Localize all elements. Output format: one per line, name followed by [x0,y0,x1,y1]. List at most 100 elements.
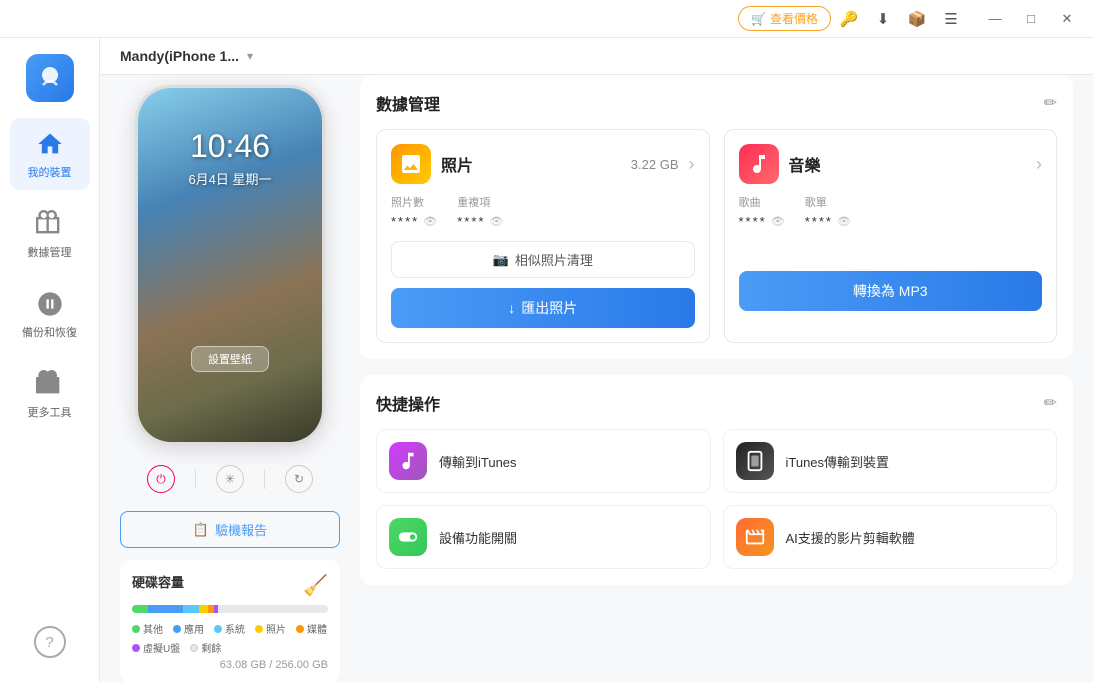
diagnostic-button[interactable]: 📋 驗機報告 [120,511,340,548]
itunes-send-label: 傳輸到iTunes [439,452,517,471]
quick-item-itunes-send[interactable]: 傳輸到iTunes [376,429,711,493]
legend-virtual: 虛擬U盤 [132,640,180,655]
home-icon [34,128,66,160]
diagnostic-icon: 📋 [193,522,209,538]
quick-actions-title: 快捷操作 [376,391,440,415]
minimize-button[interactable]: — [981,5,1009,33]
sidebar-item-backup[interactable]: 備份和恢復 [10,278,90,350]
quick-item-itunes-recv[interactable]: iTunes傳輸到裝置 [723,429,1058,493]
settings-ctrl-button[interactable]: ✳ [216,465,244,493]
quick-item-settings[interactable]: 設備功能開關 [376,505,711,569]
music-playlists-eye[interactable]: 👁 [837,215,851,228]
device-header: Mandy(iPhone 1... ▾ [100,38,1093,75]
music-stat-playlists: 歌單 **** 👁 [805,194,851,229]
power-button[interactable]: ⏻ [147,465,175,493]
storage-photos [199,605,209,613]
similar-photos-button[interactable]: 📷 相似照片清理 [391,241,695,278]
legend-apps: 應用 [173,621,204,636]
app-logo [26,54,74,102]
data-management-section: 數據管理 ✏ 照片 3.22 GB › [360,75,1073,359]
download-icon[interactable]: ⬇ [873,9,893,29]
storage-system [183,605,199,613]
logo-icon [35,63,65,93]
device-settings-icon [389,518,427,556]
scroll-area: 10:46 6月4日 星期一 設置壁紙 ⏻ ✳ ↻ 📋 驗機報告 [100,75,1093,682]
clean-icon[interactable]: 🧹 [303,573,328,598]
music-card-icon [739,144,779,184]
storage-total: 63.08 GB / 256.00 GB [132,659,328,671]
box-icon[interactable]: 📦 [907,9,927,29]
quick-actions-section: 快捷操作 ✏ 傳輸到iTunes [360,375,1073,585]
sidebar-item-data-mgmt[interactable]: 數據管理 [10,198,90,270]
ai-video-label: AI支援的影片剪輯軟體 [786,528,915,547]
export-photos-button[interactable]: ↓ 匯出照片 [391,288,695,328]
photos-stat-duplicates: 重複項 **** 👁 [457,194,503,229]
quick-item-ai-video[interactable]: AI支援的影片剪輯軟體 [723,505,1058,569]
titlebar: 🛒 查看價格 🔑 ⬇ 📦 ☰ — □ ✕ [0,0,1093,38]
music-card-header: 音樂 › [739,144,1043,184]
phone-screen: 10:46 6月4日 星期一 設置壁紙 [138,88,322,442]
storage-bar [132,605,328,613]
device-dropdown-arrow[interactable]: ▾ [247,49,253,63]
phone-time: 10:46 [138,128,322,165]
wallpaper-button[interactable]: 設置壁紙 [191,346,269,372]
legend-system: 系統 [214,621,245,636]
quick-actions-edit-icon[interactable]: ✏ [1044,393,1057,413]
phone-date: 6月4日 星期一 [138,169,322,188]
close-button[interactable]: ✕ [1053,5,1081,33]
tools-icon [34,368,66,400]
cart-icon: 🛒 [751,12,766,26]
camera-scan-icon: 📷 [493,252,509,268]
sidebar: 我的裝置 數據管理 備份和恢復 更多工具 ? [0,38,100,682]
music-songs-value: **** 👁 [739,214,785,229]
sidebar-item-my-device-label: 我的裝置 [28,164,72,180]
music-playlists-value: **** 👁 [805,214,851,229]
storage-legend: 其他 應用 系統 照片 媒體 虛擬U盤 剩餘 [132,621,328,655]
photos-card-stats: 照片數 **** 👁 重複項 **** [391,194,695,229]
photos-duplicate-eye[interactable]: 👁 [489,215,503,228]
sidebar-item-my-device[interactable]: 我的裝置 [10,118,90,190]
music-card-arrow[interactable]: › [1036,154,1042,175]
titlebar-icons: 🔑 ⬇ 📦 ☰ [839,9,961,29]
price-button[interactable]: 🛒 查看價格 [738,6,831,31]
photos-count-eye[interactable]: 👁 [423,215,437,228]
photos-count-value: **** 👁 [391,214,437,229]
content-area: Mandy(iPhone 1... ▾ 10:46 6月4日 星期一 設置壁紙 … [100,38,1093,682]
storage-free [218,605,328,613]
right-panel: 數據管理 ✏ 照片 3.22 GB › [360,75,1073,662]
sidebar-item-more-tools[interactable]: 更多工具 [10,358,90,430]
itunes-recv-icon [736,442,774,480]
quick-actions-grid: 傳輸到iTunes iTunes傳輸到裝置 設備 [376,429,1057,569]
help-button[interactable]: ? [34,626,66,658]
sidebar-item-data-mgmt-label: 數據管理 [28,244,72,260]
storage-other [132,605,148,613]
photos-card-arrow[interactable]: › [689,154,695,175]
photos-card-icon [391,144,431,184]
itunes-recv-label: iTunes傳輸到裝置 [786,452,890,471]
menu-icon[interactable]: ☰ [941,9,961,29]
music-songs-eye[interactable]: 👁 [771,215,785,228]
key-icon[interactable]: 🔑 [839,9,859,29]
data-management-edit-icon[interactable]: ✏ [1044,93,1057,113]
storage-section: 硬碟容量 🧹 其他 應用 系統 [120,560,340,682]
photos-card-size: 3.22 GB [631,157,679,172]
convert-mp3-button[interactable]: 轉換為 MP3 [739,271,1043,311]
ai-video-icon [736,518,774,556]
legend-free: 剩餘 [190,640,221,655]
maximize-button[interactable]: □ [1017,5,1045,33]
refresh-button[interactable]: ↻ [285,465,313,493]
left-panel: 10:46 6月4日 星期一 設置壁紙 ⏻ ✳ ↻ 📋 驗機報告 [120,75,340,662]
photos-card-header: 照片 3.22 GB › [391,144,695,184]
legend-other: 其他 [132,621,163,636]
photos-stat-count: 照片數 **** 👁 [391,194,437,229]
backup-icon [34,288,66,320]
device-name: Mandy(iPhone 1... [120,48,239,64]
data-management-title: 數據管理 [376,91,440,115]
music-card-title: 音樂 [789,152,1027,176]
data-cards: 照片 3.22 GB › 照片數 **** 👁 [376,129,1057,343]
music-card: 音樂 › 歌曲 **** 👁 [724,129,1058,343]
legend-media: 媒體 [296,621,327,636]
device-settings-label: 設備功能開關 [439,528,517,547]
storage-apps [148,605,183,613]
photos-duplicate-value: **** 👁 [457,214,503,229]
